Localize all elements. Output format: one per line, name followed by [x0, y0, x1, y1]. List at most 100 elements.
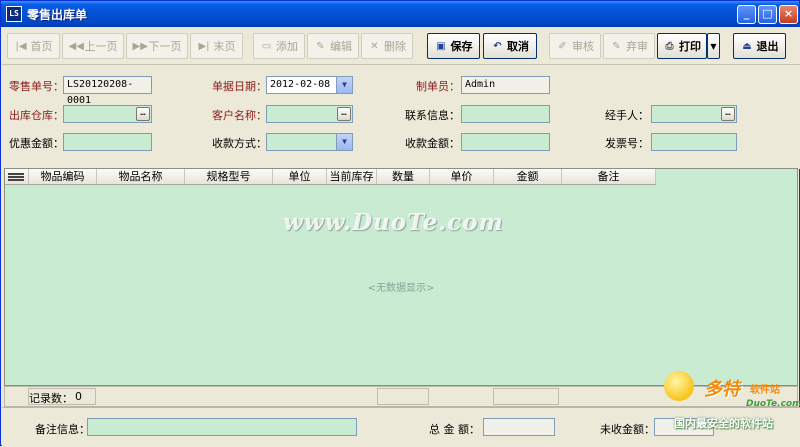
logo-brand-small: 软件站: [750, 385, 780, 396]
total-field[interactable]: [483, 418, 555, 436]
record-count-cell: [28, 388, 96, 405]
pay-method-label: 收款方式：: [212, 137, 267, 150]
abandon-audit-button[interactable]: ✎ 弃审: [603, 33, 655, 59]
exit-door-icon: ⏏: [742, 40, 752, 52]
undo-icon: ↶: [493, 40, 502, 52]
chick-icon: [664, 371, 694, 401]
save-label: 保存: [450, 40, 473, 53]
menu-icon: [8, 173, 24, 181]
handler-label: 经手人：: [605, 109, 649, 122]
items-grid[interactable]: 物品编码 物品名称 规格型号 单位 当前库存 数量 单价 金额 备注 www.D…: [4, 168, 798, 386]
cancel-button[interactable]: ↶ 取消: [483, 33, 537, 59]
ellipsis-icon[interactable]: …: [721, 107, 735, 121]
warehouse-label: 出库仓库：: [9, 109, 64, 122]
title-bar[interactable]: LS 零售出库单 _ □ ×: [1, 1, 799, 27]
customer-label: 客户名称：: [212, 109, 267, 122]
last-page-button[interactable]: ▶| 末页: [190, 33, 243, 59]
save-button[interactable]: ▣ 保存: [427, 33, 480, 59]
edit-button[interactable]: ✎ 编辑: [307, 33, 359, 59]
edit-label: 编辑: [330, 40, 352, 53]
delete-icon: ✕: [370, 40, 379, 52]
floppy-icon: ▣: [436, 40, 446, 52]
pencil-icon: ✎: [316, 40, 325, 52]
column-header[interactable]: 单价: [430, 169, 494, 184]
logo-url: DuoTe.com: [746, 399, 800, 409]
stamp-icon: ✐: [558, 40, 567, 52]
first-page-button[interactable]: |◀ 首页: [7, 33, 60, 59]
order-no-label: 零售单号：: [9, 80, 64, 93]
app-icon: LS: [6, 6, 22, 22]
abandon-audit-label: 弃审: [626, 40, 648, 53]
column-header[interactable]: 规格型号: [185, 169, 273, 184]
column-header[interactable]: 备注: [562, 169, 656, 184]
exit-button[interactable]: ⏏ 退出: [733, 33, 786, 59]
column-header[interactable]: 数量: [377, 169, 430, 184]
last-page-label: 末页: [213, 40, 236, 53]
first-page-label: 首页: [30, 40, 53, 53]
printer-icon: ⎙: [665, 40, 674, 52]
empty-state-text: <无数据显示>: [367, 283, 435, 294]
remark-field[interactable]: [87, 418, 357, 436]
pen-icon: ✎: [612, 40, 621, 52]
invoice-field[interactable]: [651, 133, 737, 151]
print-label: 打印: [679, 40, 701, 53]
close-button[interactable]: ×: [779, 5, 798, 24]
window-title: 零售出库单: [27, 8, 88, 22]
column-header[interactable]: 单位: [273, 169, 327, 184]
delete-label: 删除: [384, 40, 406, 53]
contact-field[interactable]: [461, 105, 550, 123]
remark-label: 备注信息：: [35, 423, 90, 436]
received-field[interactable]: [461, 133, 550, 151]
unpaid-label: 未收金额：: [600, 423, 655, 436]
first-page-icon: |◀: [15, 40, 27, 52]
chevron-down-icon: ▼: [710, 41, 717, 51]
discount-field[interactable]: [63, 133, 152, 151]
print-dropdown-button[interactable]: ▼: [707, 33, 720, 59]
prev-page-icon: ◀◀: [68, 40, 84, 52]
watermark-text: www.DuoTe.com: [283, 209, 504, 236]
print-button[interactable]: ⎙ 打印: [657, 33, 707, 59]
order-form: 零售单号： LS20120208-0001 单据日期： 2012-02-08 ▼…: [2, 65, 800, 169]
prev-page-button[interactable]: ◀◀ 上一页: [62, 33, 124, 59]
pay-method-select[interactable]: ▼: [266, 133, 353, 151]
amount-total-cell: [493, 388, 559, 405]
minimize-button[interactable]: _: [737, 5, 756, 24]
last-page-icon: ▶|: [198, 40, 210, 52]
audit-button[interactable]: ✐ 审核: [549, 33, 601, 59]
column-menu-button[interactable]: [5, 169, 29, 184]
maker-field[interactable]: Admin: [461, 76, 550, 94]
next-page-label: 下一页: [148, 40, 182, 53]
add-button[interactable]: ▭ 添加: [253, 33, 305, 59]
logo-brand: 多特: [704, 379, 740, 400]
ellipsis-icon[interactable]: …: [136, 107, 150, 121]
prev-page-label: 上一页: [84, 40, 118, 53]
received-label: 收款金额：: [405, 137, 460, 150]
warehouse-field[interactable]: …: [63, 105, 152, 123]
handler-field[interactable]: …: [651, 105, 737, 123]
next-page-icon: ▶▶: [132, 40, 148, 52]
delete-button[interactable]: ✕ 删除: [361, 33, 413, 59]
column-header[interactable]: 物品名称: [97, 169, 185, 184]
date-value: 2012-02-08: [270, 79, 331, 90]
chevron-down-icon[interactable]: ▼: [336, 134, 352, 150]
invoice-label: 发票号：: [605, 137, 649, 150]
date-picker[interactable]: 2012-02-08 ▼: [266, 76, 353, 94]
column-header[interactable]: 当前库存: [327, 169, 377, 184]
date-label: 单据日期：: [212, 80, 267, 93]
customer-field[interactable]: …: [266, 105, 353, 123]
exit-label: 退出: [756, 40, 779, 53]
discount-label: 优惠金额：: [9, 137, 64, 150]
contact-label: 联系信息：: [405, 109, 460, 122]
grid-header: 物品编码 物品名称 规格型号 单位 当前库存 数量 单价 金额 备注: [5, 169, 656, 185]
ellipsis-icon[interactable]: …: [337, 107, 351, 121]
chevron-down-icon[interactable]: ▼: [336, 77, 352, 93]
column-header[interactable]: 物品编码: [29, 169, 97, 184]
audit-label: 审核: [572, 40, 594, 53]
cancel-label: 取消: [507, 40, 529, 53]
order-no-field[interactable]: LS20120208-0001: [63, 76, 152, 106]
maximize-button[interactable]: □: [758, 5, 777, 24]
duote-logo: 多特 软件站 DuoTe.com 国内最安全的软件站: [656, 369, 800, 447]
column-header[interactable]: 金额: [494, 169, 562, 184]
quantity-total-cell: [377, 388, 429, 405]
next-page-button[interactable]: ▶▶ 下一页: [126, 33, 188, 59]
